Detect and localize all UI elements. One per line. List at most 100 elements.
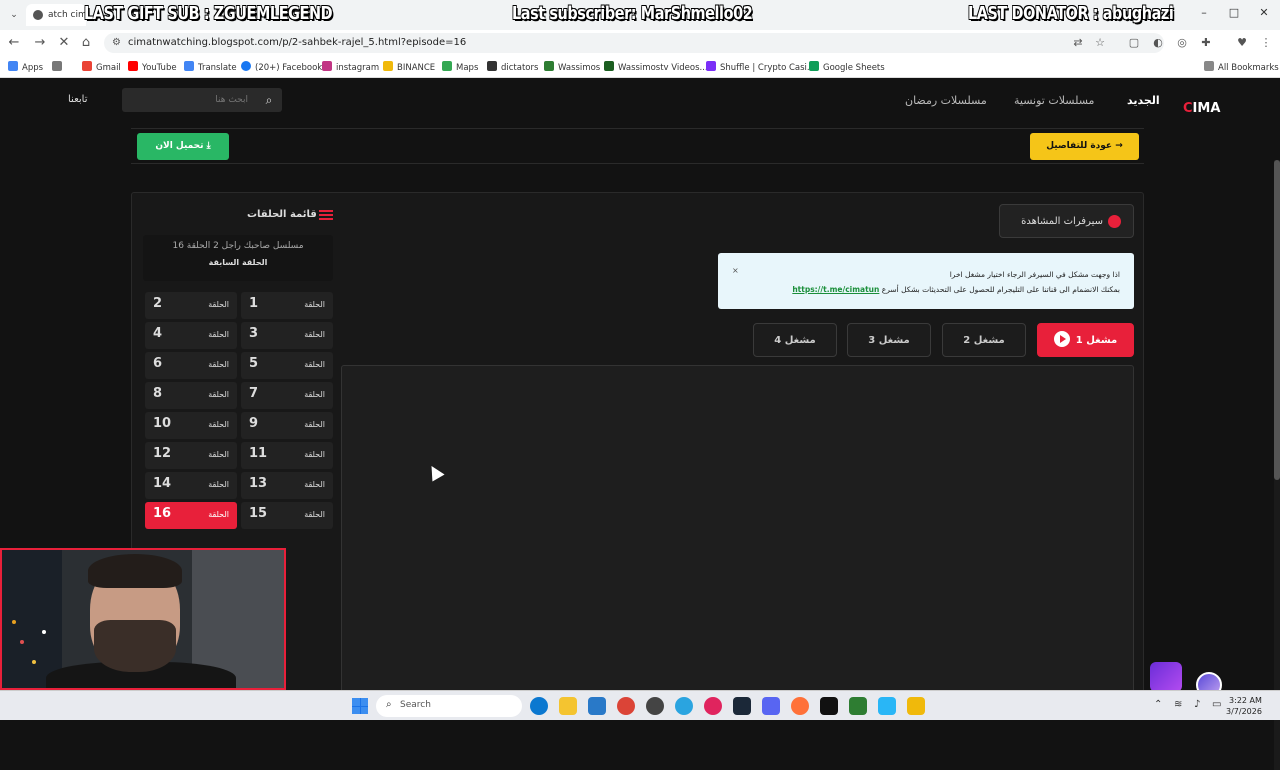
server-1-button[interactable]: مشغل 1 <box>1037 323 1134 357</box>
grid-icon <box>52 61 62 71</box>
telegram-icon[interactable] <box>675 697 693 715</box>
tab-search-icon[interactable]: ⌄ <box>6 7 22 23</box>
episode-button[interactable]: الحلقة 10 <box>145 412 237 439</box>
episode-button[interactable]: الحلقة 16 <box>145 502 237 529</box>
app-icon[interactable] <box>878 697 896 715</box>
back-arrow-icon[interactable]: ← <box>6 35 22 51</box>
tray-chevron-icon[interactable]: ⌃ <box>1154 699 1162 710</box>
bookmark-maps[interactable]: Maps <box>442 61 478 73</box>
store-icon[interactable] <box>588 697 606 715</box>
bookmark-translate[interactable]: Translate <box>184 61 237 73</box>
all-bookmarks[interactable]: All Bookmarks <box>1204 61 1279 73</box>
binance-icon[interactable] <box>907 697 925 715</box>
discord-icon[interactable] <box>762 697 780 715</box>
nav-ramadan-series[interactable]: مسلسلات رمضان <box>905 94 987 107</box>
bookmark-wassimostv[interactable]: Wassimostv Videos... <box>604 61 708 73</box>
episode-button[interactable]: الحلقة 1 <box>241 292 333 319</box>
server-2-button[interactable]: مشغل 2 <box>942 323 1026 357</box>
page-scrollbar[interactable] <box>1274 160 1280 770</box>
episode-button[interactable]: الحلقة 14 <box>145 472 237 499</box>
download-button[interactable]: تحميل الان ⤓ <box>137 133 229 160</box>
search-icon[interactable]: ⌕ <box>256 88 282 112</box>
video-player[interactable] <box>341 365 1134 703</box>
home-icon[interactable]: ⌂ <box>78 35 94 51</box>
taskbar-search[interactable]: Search <box>376 695 522 717</box>
episodes-list-title: قائمة الحلقات <box>247 209 317 220</box>
capcut-icon[interactable] <box>820 697 838 715</box>
nav-new[interactable]: الجديد <box>1127 94 1160 107</box>
bookmark-google-sheets[interactable]: Google Sheets <box>809 61 885 73</box>
episode-number: 14 <box>153 476 172 491</box>
bookmark-instagram[interactable]: instagram <box>322 61 379 73</box>
taskbar-clock[interactable]: 3:22 AM 3/7/2026 <box>1226 695 1262 717</box>
wifi-icon[interactable]: ≋ <box>1174 699 1182 710</box>
episode-button[interactable]: الحلقة 12 <box>145 442 237 469</box>
episode-button[interactable]: الحلقة 4 <box>145 322 237 349</box>
instagram-icon <box>322 61 332 71</box>
bookmark-wassimos[interactable]: Wassimos <box>544 61 600 73</box>
profile-icon[interactable]: ♥ <box>1234 35 1250 51</box>
opera-icon[interactable] <box>704 697 722 715</box>
forward-arrow-icon[interactable]: → <box>32 35 48 51</box>
chrome-icon[interactable] <box>617 697 635 715</box>
server-4-button[interactable]: مشغل 4 <box>753 323 837 357</box>
windows-start-icon[interactable] <box>352 698 368 714</box>
volume-icon[interactable]: ♪ <box>1194 699 1200 710</box>
bookmark-youtube[interactable]: YouTube <box>128 61 177 73</box>
maximize-icon[interactable]: □ <box>1224 6 1244 19</box>
obs-icon[interactable] <box>646 697 664 715</box>
steam-icon[interactable] <box>733 697 751 715</box>
translate-icon[interactable]: ⇄ <box>1070 35 1086 51</box>
puzzle-icon[interactable]: ✚ <box>1198 35 1214 51</box>
minimize-icon[interactable]: – <box>1194 6 1214 19</box>
site-logo[interactable]: CIMA <box>1183 101 1220 116</box>
bookmark-apps[interactable]: Apps <box>8 61 43 73</box>
menu-dots-icon[interactable]: ⋮ <box>1258 35 1274 51</box>
episode-button[interactable]: الحلقة 15 <box>241 502 333 529</box>
follow-us[interactable]: تابعنا <box>68 94 88 105</box>
tab-bar: ⌄ atch cima LAST GIFT SUB : ZGUEMLEGEND … <box>0 0 1280 30</box>
star-icon[interactable]: ☆ <box>1092 35 1108 51</box>
scrollbar-thumb[interactable] <box>1274 160 1280 480</box>
bookmark-facebook[interactable]: (20+) Facebook <box>241 61 322 73</box>
close-icon[interactable]: × <box>732 263 739 278</box>
edge-icon[interactable] <box>530 697 548 715</box>
extension-icon[interactable]: ◎ <box>1174 35 1190 51</box>
episode-button[interactable]: الحلقة 5 <box>241 352 333 379</box>
close-icon[interactable]: ✕ <box>1254 6 1274 19</box>
episode-button[interactable]: الحلقة 3 <box>241 322 333 349</box>
search-input[interactable] <box>122 88 256 112</box>
browser-tab[interactable]: atch cima <box>26 4 86 26</box>
app-icon[interactable] <box>849 697 867 715</box>
battery-icon[interactable]: ▭ <box>1212 699 1221 710</box>
bookmark-shuffle[interactable]: Shuffle | Crypto Casi... <box>706 61 815 73</box>
folder-icon[interactable] <box>559 697 577 715</box>
url-field[interactable]: ⚙ cimatnwatching.blogspot.com/p/2-sahbek… <box>104 33 1164 53</box>
bookmark-dictators[interactable]: dictators <box>487 61 538 73</box>
back-to-details-button[interactable]: عودة للتفاصيل → <box>1030 133 1139 160</box>
bookmark-binance[interactable]: BINANCE <box>383 61 435 73</box>
server-3-button[interactable]: مشغل 3 <box>847 323 931 357</box>
previous-episode-link[interactable]: الحلقة السابقة <box>143 258 333 267</box>
episode-button[interactable]: الحلقة 9 <box>241 412 333 439</box>
episode-button[interactable]: الحلقة 2 <box>145 292 237 319</box>
episode-label: الحلقة <box>304 330 325 339</box>
episode-number: 5 <box>249 356 259 371</box>
episode-button[interactable]: الحلقة 7 <box>241 382 333 409</box>
nav-tunisian-series[interactable]: مسلسلات تونسية <box>1014 94 1094 107</box>
episode-button[interactable]: الحلقة 11 <box>241 442 333 469</box>
extension-icon[interactable]: ◐ <box>1150 35 1166 51</box>
episode-button[interactable]: الحلقة 8 <box>145 382 237 409</box>
episode-number: 4 <box>153 326 163 341</box>
extension-icon[interactable]: ▢ <box>1126 35 1142 51</box>
site-info-icon[interactable]: ⚙ <box>112 37 121 48</box>
episode-button[interactable]: الحلقة 6 <box>145 352 237 379</box>
stop-loading-icon[interactable]: ✕ <box>56 35 72 51</box>
firefox-icon[interactable] <box>791 697 809 715</box>
episode-number: 8 <box>153 386 163 401</box>
telegram-link[interactable]: https://t.me/cimatun <box>792 285 879 294</box>
bookmark-grid[interactable] <box>52 61 66 73</box>
episode-button[interactable]: الحلقة 13 <box>241 472 333 499</box>
address-bar-row: ← → ✕ ⌂ ⚙ cimatnwatching.blogspot.com/p/… <box>0 30 1280 56</box>
bookmark-gmail[interactable]: Gmail <box>82 61 121 73</box>
